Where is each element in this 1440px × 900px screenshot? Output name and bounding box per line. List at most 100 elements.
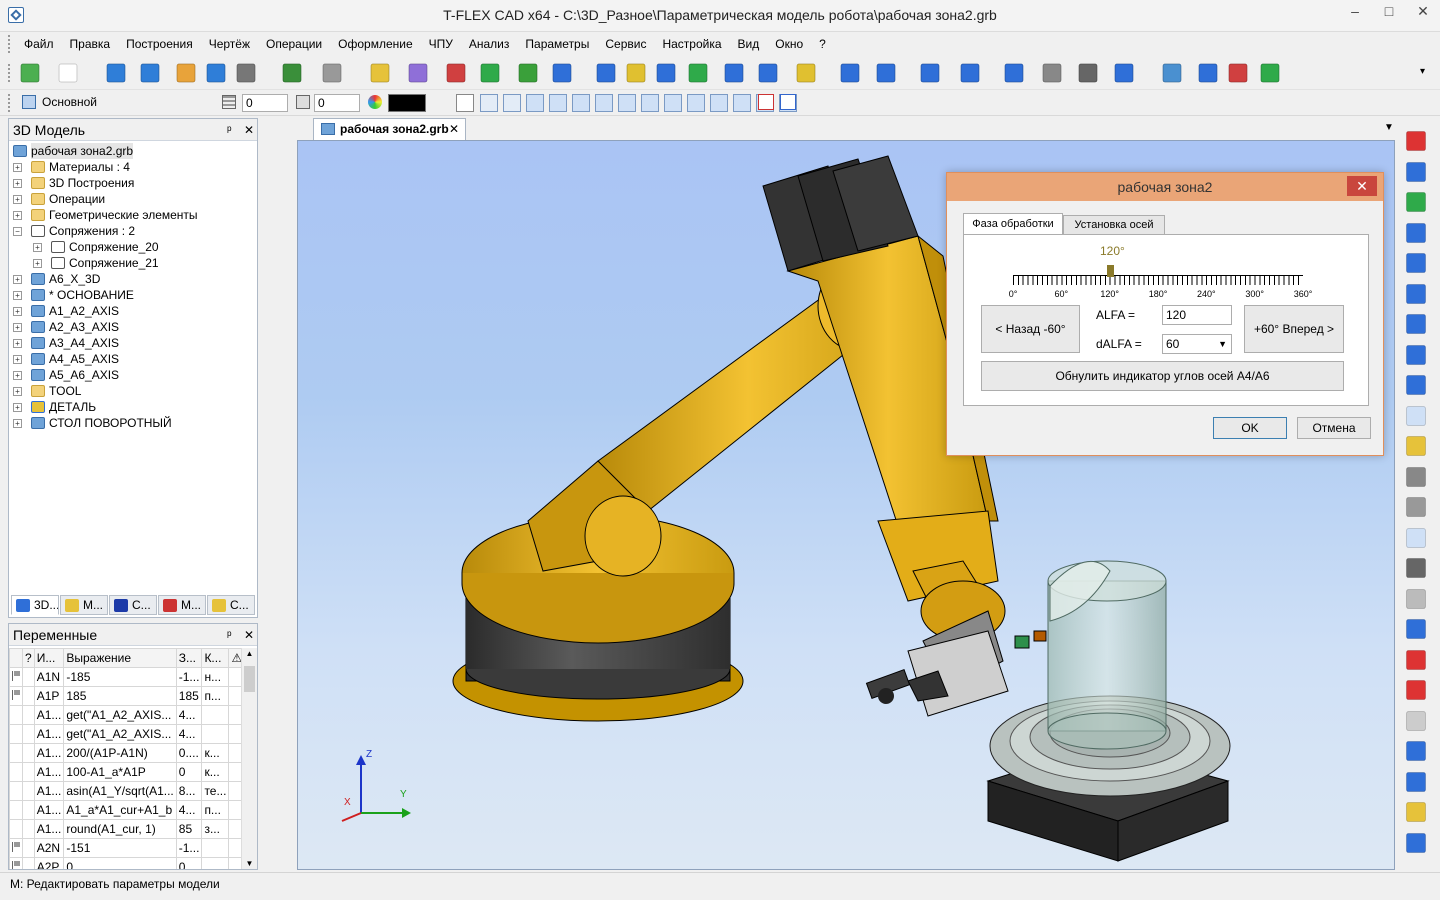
variable-name[interactable]: A1... xyxy=(33,762,65,782)
variable-cell[interactable] xyxy=(22,819,35,839)
pin-icon[interactable]: ᵖ xyxy=(227,119,232,141)
variable-val[interactable]: 4... xyxy=(175,800,203,820)
tree-item[interactable]: + A1_A2_AXIS xyxy=(9,303,257,319)
flag-icon[interactable] xyxy=(9,800,23,820)
tree-expander[interactable]: + xyxy=(13,195,22,204)
tree-item[interactable]: + Материалы : 4 xyxy=(9,159,257,175)
tab-axes-setup[interactable]: Установка осей xyxy=(1063,215,1165,235)
variable-expr[interactable]: round(A1_cur, 1) xyxy=(63,819,177,839)
tree-expander[interactable]: + xyxy=(13,387,22,396)
rotate-view-icon[interactable] xyxy=(1406,405,1426,426)
variable-cell[interactable] xyxy=(22,743,35,763)
tree-expander[interactable]: + xyxy=(13,307,22,316)
variable-name[interactable]: A1N xyxy=(33,667,65,687)
tree-item[interactable]: + A2_A3_AXIS xyxy=(9,319,257,335)
close-icon[interactable]: ✕ xyxy=(244,624,254,646)
dalfa-select[interactable]: 60 ▼ xyxy=(1162,334,1232,354)
toolbar2-grip[interactable] xyxy=(8,94,12,112)
zoom-window-icon[interactable] xyxy=(1406,222,1426,243)
magnet-icon[interactable] xyxy=(1406,131,1426,151)
measure-icon[interactable] xyxy=(1406,710,1426,731)
menu-item[interactable]: Окно xyxy=(767,32,811,56)
snap-mode-icon[interactable] xyxy=(572,94,590,112)
variable-expr[interactable]: 100-A1_a*A1P xyxy=(63,762,177,782)
new-document-icon[interactable] xyxy=(58,63,78,83)
point-icon[interactable] xyxy=(1406,497,1426,517)
variable-comment[interactable]: те... xyxy=(201,781,230,801)
variable-name[interactable]: A1... xyxy=(33,800,65,820)
column-header[interactable]: З... xyxy=(175,648,203,668)
tree-expander[interactable]: + xyxy=(13,339,22,348)
variable-comment[interactable]: п... xyxy=(201,686,230,706)
variable-expr[interactable]: get("A1_A2_AXIS... xyxy=(63,705,177,725)
color-palette-icon[interactable] xyxy=(368,95,382,109)
variable-val[interactable]: 0 xyxy=(175,762,203,782)
variable-row[interactable]: A1... 200/(A1P-A1N) 0.... к... xyxy=(9,743,246,763)
flag-icon[interactable] xyxy=(9,857,23,869)
flag-icon[interactable] xyxy=(9,762,23,782)
variable-comment[interactable]: к... xyxy=(201,743,230,763)
cube-yellow-icon[interactable] xyxy=(1406,802,1426,822)
variable-cell[interactable] xyxy=(22,857,35,869)
variable-expr[interactable]: 185 xyxy=(63,686,177,706)
minimize-button[interactable]: – xyxy=(1338,0,1372,24)
variable-comment[interactable] xyxy=(201,724,230,744)
variable-expr[interactable]: -151 xyxy=(63,838,177,858)
tree-item[interactable]: + A3_A4_AXIS xyxy=(9,335,257,351)
tab-3d-model[interactable]: 3D... xyxy=(11,595,59,615)
variable-name[interactable]: A1... xyxy=(33,743,65,763)
snap-mode-icon[interactable] xyxy=(687,94,705,112)
variable-val[interactable]: 0.... xyxy=(175,743,203,763)
tab-structure[interactable]: C... xyxy=(207,595,255,615)
variable-comment[interactable] xyxy=(201,857,230,869)
table-icon[interactable] xyxy=(140,63,160,83)
align-icon[interactable] xyxy=(1406,558,1426,578)
tree-expander[interactable]: + xyxy=(33,243,42,252)
tree-expander[interactable]: + xyxy=(13,419,22,428)
menu-item[interactable]: ЧПУ xyxy=(421,32,461,56)
variable-row[interactable]: A1... get("A1_A2_AXIS... 4... xyxy=(9,705,246,725)
tree-expander[interactable]: + xyxy=(13,275,22,284)
variable-val[interactable]: 0 xyxy=(175,857,203,869)
mirror-icon[interactable] xyxy=(920,63,940,83)
toolbar-grip[interactable] xyxy=(8,64,12,82)
reset-indicator-button[interactable]: Обнулить индикатор углов осей A4/A6 xyxy=(981,361,1344,391)
cursor-icon[interactable] xyxy=(1406,527,1426,548)
tree-item[interactable]: + A5_A6_AXIS xyxy=(9,367,257,383)
variable-cell[interactable] xyxy=(22,800,35,820)
variables-scrollbar[interactable]: ▲ ▼ xyxy=(241,648,257,869)
copy-icon[interactable] xyxy=(1406,588,1426,609)
column-header[interactable]: К... xyxy=(201,648,230,668)
robot-tool[interactable] xyxy=(865,580,1047,717)
flag-icon[interactable] xyxy=(9,819,23,839)
tree-expander[interactable]: + xyxy=(33,259,42,268)
column-header[interactable]: И... xyxy=(33,648,65,668)
variable-row[interactable]: A1... round(A1_cur, 1) 85 з... xyxy=(9,819,246,839)
variable-val[interactable]: -1... xyxy=(175,667,203,687)
apply-icon[interactable] xyxy=(20,63,40,83)
variable-row[interactable]: A1... A1_a*A1_cur+A1_b 4... п... xyxy=(9,800,246,820)
flag-icon[interactable] xyxy=(9,705,23,725)
angle-slider-thumb[interactable] xyxy=(1106,265,1114,277)
flag-icon[interactable] xyxy=(9,743,23,763)
zoom-previous-icon[interactable] xyxy=(1406,375,1426,395)
variable-name[interactable]: A2P xyxy=(33,857,65,869)
menu-item[interactable]: Настройка xyxy=(654,32,729,56)
chevron-down-icon[interactable]: ▼ xyxy=(1218,335,1227,353)
view-cube-icon[interactable] xyxy=(1406,771,1426,792)
tree-item[interactable]: + * ОСНОВАНИЕ xyxy=(9,287,257,303)
path-icon[interactable] xyxy=(552,63,572,83)
layer-select[interactable]: Основной xyxy=(42,95,212,109)
node-icon[interactable] xyxy=(480,63,500,83)
tree-expander[interactable]: + xyxy=(13,163,22,172)
redo-icon[interactable] xyxy=(322,63,342,83)
snap-mode-icon[interactable] xyxy=(503,94,521,112)
menu-item[interactable]: Операции xyxy=(258,32,330,56)
variable-comment[interactable] xyxy=(201,705,230,725)
tree-item[interactable]: + A4_A5_AXIS xyxy=(9,351,257,367)
forward-button[interactable]: +60° Вперед > xyxy=(1244,305,1344,353)
tree-item[interactable]: + Сопряжение_21 xyxy=(9,255,257,271)
fit-icon[interactable] xyxy=(1406,283,1426,304)
dimension-icon[interactable] xyxy=(1406,436,1426,456)
ok-button[interactable]: OK xyxy=(1213,417,1287,439)
